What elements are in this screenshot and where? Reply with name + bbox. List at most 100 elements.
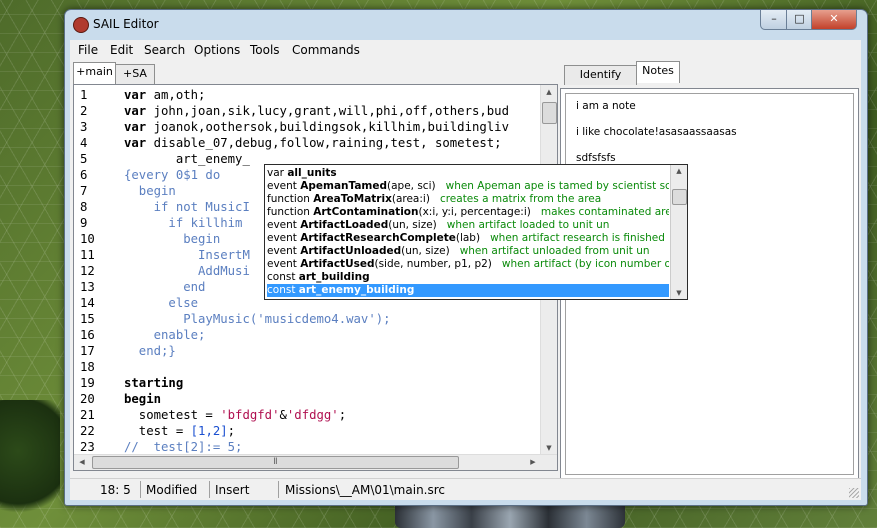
menu-options[interactable]: Options <box>194 43 240 57</box>
keyword: var <box>124 88 147 102</box>
menu-bar: File Edit Search Options Tools Commands <box>70 40 861 60</box>
keyword: var <box>124 104 147 118</box>
file-path: Missions\__AM\01\main.src <box>285 483 446 497</box>
line-number: 7 <box>80 184 88 198</box>
code-line: enable; <box>124 328 206 342</box>
code-token: disable_07,debug,follow,raining,test, so… <box>146 136 502 150</box>
autocomplete-item[interactable]: event ArtifactUsed(side, number, p1, p2)… <box>267 258 669 271</box>
code-token: ; <box>227 424 236 438</box>
cursor-position: 18: 5 <box>100 483 131 497</box>
autocomplete-item[interactable]: event ArtifactUnloaded(un, size) when ar… <box>267 245 669 258</box>
code-line: var joanok,oothersok,buildingsok,killhim… <box>124 119 509 135</box>
code-token: test = <box>124 424 191 438</box>
code-line: begin <box>124 232 221 246</box>
menu-edit[interactable]: Edit <box>110 43 133 57</box>
line-number: 21 <box>80 408 95 422</box>
autocomplete-item[interactable]: var all_units <box>267 167 669 180</box>
string-literal: 'musicdemo4.wav' <box>257 312 376 326</box>
code-line: AddMusi <box>124 264 250 278</box>
scroll-thumb[interactable] <box>672 189 687 205</box>
line-number: 8 <box>80 200 88 214</box>
scroll-right-icon[interactable]: ▶ <box>527 456 539 469</box>
h-scroll-thumb[interactable]: Ⅱ <box>92 456 459 469</box>
code-line: var disable_07,debug,follow,raining,test… <box>124 135 502 151</box>
scroll-up-icon[interactable]: ▲ <box>541 85 557 99</box>
code-token: & <box>279 408 287 422</box>
scroll-left-icon[interactable]: ◀ <box>76 456 88 469</box>
modified-status: Modified <box>146 483 198 497</box>
line-number: 1 <box>80 88 88 102</box>
line-number: 2 <box>80 104 88 118</box>
line-number-gutter: 1 2 3 4 5 6 7 8 9 10 11 12 13 14 15 16 1… <box>74 85 124 455</box>
line-number: 19 <box>80 376 95 390</box>
note-line: sdfsfsfs <box>576 152 616 164</box>
status-divider <box>140 481 141 498</box>
autocomplete-item[interactable]: function ArtContamination(x:i, y:i, perc… <box>267 206 669 219</box>
code-line: art_enemy_ <box>124 152 250 166</box>
scroll-down-icon[interactable]: ▼ <box>541 441 557 455</box>
code-token: PlayMusic( <box>124 312 258 326</box>
scroll-up-icon[interactable]: ▲ <box>671 165 687 177</box>
autocomplete-item[interactable]: const art_building <box>267 271 669 284</box>
array-literal: [1,2] <box>190 424 228 438</box>
code-line: begin <box>124 392 162 406</box>
code-line: {every 0$1 do <box>124 168 221 182</box>
line-number: 13 <box>80 280 95 294</box>
editor-horizontal-scrollbar[interactable]: ◀ Ⅱ ▶ <box>74 454 557 470</box>
menu-tools[interactable]: Tools <box>250 43 280 57</box>
code-token: joanok,oothersok,buildingsok,killhim,bui… <box>146 120 509 134</box>
line-number: 4 <box>80 136 88 150</box>
close-button[interactable]: ✕ <box>811 10 857 30</box>
app-icon <box>73 17 89 33</box>
string-literal: 'dfdgg' <box>286 408 339 422</box>
keyword: var <box>124 120 147 134</box>
tab-identify-lite[interactable]: Identify (Lite) <box>564 65 637 99</box>
status-bar: 18: 5 Modified Insert Missions\__AM\01\m… <box>70 478 861 500</box>
autocomplete-item[interactable]: function AreaToMatrix(area:i) creates a … <box>267 193 669 206</box>
autocomplete-popup[interactable]: var all_units event ApemanTamed(ape, sci… <box>264 164 688 300</box>
menu-file[interactable]: File <box>78 43 98 57</box>
autocomplete-item[interactable]: event ArtifactResearchComplete(lab) when… <box>267 232 669 245</box>
line-number: 12 <box>80 264 95 278</box>
tree-decoration <box>0 400 60 528</box>
scroll-down-icon[interactable]: ▼ <box>671 287 687 299</box>
code-token: john,joan,sik,lucy,grant,will,phi,off,ot… <box>146 104 509 118</box>
resize-grip[interactable] <box>849 488 859 498</box>
code-line: begin <box>124 184 176 198</box>
tab-main[interactable]: +main <box>73 62 116 84</box>
code-line: end;} <box>124 344 176 358</box>
line-number: 9 <box>80 216 88 230</box>
code-line: starting <box>124 376 184 390</box>
autocomplete-scrollbar[interactable]: ▲ ▼ <box>670 165 687 299</box>
autocomplete-item[interactable]: event ApemanTamed(ape, sci) when Apeman … <box>267 180 669 193</box>
line-number: 23 <box>80 440 95 454</box>
code-token: sometest = <box>124 408 221 422</box>
code-line: test = [1,2]; <box>124 423 235 439</box>
scroll-thumb[interactable] <box>542 102 557 124</box>
line-number: 17 <box>80 344 95 358</box>
tab-sa[interactable]: +SA <box>115 64 155 84</box>
code-line: if not MusicI <box>124 200 250 214</box>
note-line: i am a note <box>576 100 636 112</box>
tab-notes[interactable]: Notes <box>636 61 680 83</box>
line-number: 20 <box>80 392 95 406</box>
maximize-button[interactable]: □ <box>786 10 813 30</box>
code-token: ); <box>375 312 391 326</box>
line-number: 22 <box>80 424 95 438</box>
menu-search[interactable]: Search <box>144 43 185 57</box>
line-number: 5 <box>80 152 88 166</box>
title-bar[interactable]: SAIL Editor – □ ✕ <box>65 10 867 39</box>
minimize-button[interactable]: – <box>760 10 788 30</box>
status-divider <box>209 481 210 498</box>
code-token: ; <box>338 408 347 422</box>
autocomplete-item[interactable]: event ArtifactLoaded(un, size) when arti… <box>267 219 669 232</box>
autocomplete-item-selected[interactable]: const art_enemy_building <box>267 284 669 297</box>
code-line: PlayMusic('musicdemo4.wav'); <box>124 311 391 327</box>
line-number: 15 <box>80 312 95 326</box>
code-line: else <box>124 296 199 310</box>
line-number: 3 <box>80 120 88 134</box>
keyword: var <box>124 136 147 150</box>
code-line: var john,joan,sik,lucy,grant,will,phi,of… <box>124 103 509 119</box>
line-number: 6 <box>80 168 88 182</box>
menu-commands[interactable]: Commands <box>292 43 360 57</box>
